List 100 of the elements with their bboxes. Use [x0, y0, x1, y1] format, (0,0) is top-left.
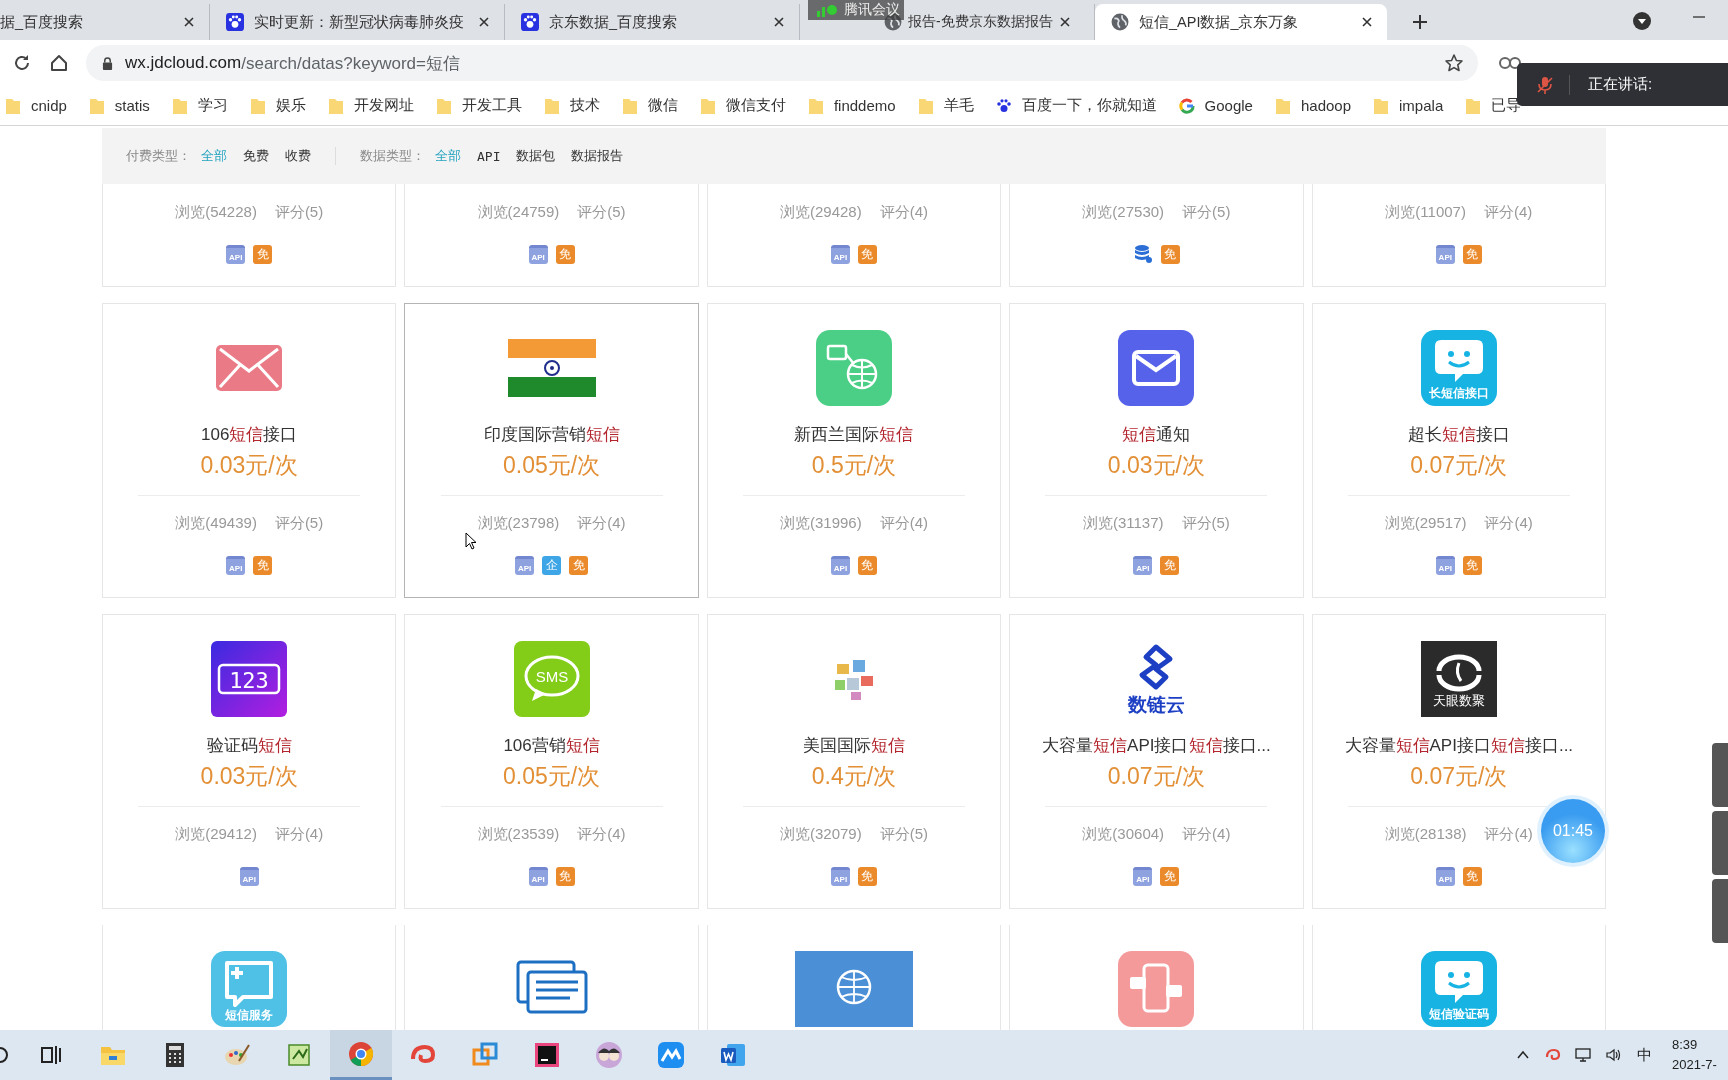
folder-icon: [621, 96, 638, 115]
free-badge: 免: [1462, 244, 1482, 264]
close-icon[interactable]: [478, 16, 490, 28]
bookmark[interactable]: hadoop: [1274, 96, 1352, 115]
chat-add-logo: 短信服务: [211, 950, 288, 1027]
reload-icon[interactable]: [12, 53, 32, 73]
product-title[interactable]: 验证码短信: [206, 735, 292, 757]
product-title[interactable]: 大容量短信API接口短信接口...: [1042, 735, 1271, 757]
clock[interactable]: 8:39 2021-7-: [1672, 1035, 1728, 1075]
product-title[interactable]: 新西兰国际短信: [794, 424, 914, 446]
view-count: 浏览(24759): [477, 202, 560, 222]
folder-icon: [5, 96, 21, 115]
browser-icon: [347, 1039, 375, 1068]
price: 0.03元/次: [1107, 451, 1205, 480]
product-card[interactable]: 美国国际短信 0.4元/次 浏览(32079) 评分(5) API 免: [706, 614, 1002, 909]
price: 0.07元/次: [1107, 762, 1205, 791]
bookmark[interactable]: 微信: [621, 96, 678, 115]
new-tab-icon[interactable]: [1412, 14, 1428, 30]
filter-option[interactable]: 数据包: [516, 147, 556, 165]
input-method[interactable]: 中: [1637, 1045, 1652, 1065]
bookmark[interactable]: 开发工具: [435, 96, 522, 115]
network-icon[interactable]: [1575, 1047, 1591, 1063]
product-title[interactable]: 106短信接口: [201, 424, 298, 446]
product-card[interactable]: [404, 925, 699, 1030]
product-title[interactable]: 印度国际营销短信: [483, 424, 620, 446]
speaker-icon[interactable]: [1605, 1047, 1621, 1063]
product-card[interactable]: 短信通知 0.03元/次 浏览(31137) 评分(5) API 免: [1009, 303, 1304, 598]
browser-tab[interactable]: 京东数据_百度搜索: [505, 4, 800, 40]
api-badge: API: [226, 244, 246, 264]
bookmark[interactable]: 开发网址: [327, 96, 414, 115]
filter-option[interactable]: 数据报告: [571, 147, 624, 165]
bookmark[interactable]: 娱乐: [249, 96, 306, 115]
swirl-icon[interactable]: [1545, 1047, 1561, 1063]
bookmark[interactable]: 学习: [171, 96, 228, 115]
product-title[interactable]: 大容量短信API接口短信接口...: [1344, 735, 1574, 757]
enterprise-badge: 企: [542, 555, 562, 575]
product-card[interactable]: 长短信接口 超长短信接口 0.07元/次 浏览(29517) 评分(4) API 免: [1311, 303, 1606, 598]
filter-option[interactable]: API: [477, 148, 501, 164]
document-app-icon: [719, 1041, 747, 1069]
product-card[interactable]: 数链云 大容量短信API接口短信接口... 0.07元/次 浏览(30604) 评分(4) API 免: [1009, 614, 1304, 909]
dropdown-icon[interactable]: [1632, 11, 1652, 31]
filter-option[interactable]: 免费: [243, 147, 269, 165]
chain-icon[interactable]: [1498, 55, 1522, 71]
bookmark[interactable]: 技术: [543, 96, 600, 115]
free-badge: 免: [1160, 866, 1180, 886]
product-title[interactable]: 美国国际短信: [803, 735, 905, 757]
browser-tab[interactable]: 短信_API数据_京东万象: [1095, 4, 1387, 40]
product-title[interactable]: 超长短信接口: [1407, 424, 1510, 446]
folder-icon: [435, 96, 452, 115]
folder-icon: [807, 96, 824, 115]
product-card[interactable]: 新西兰国际短信 0.5元/次 浏览(31996) 评分(4) API 免: [706, 303, 1002, 598]
bookmark[interactable]: 羊毛: [917, 96, 974, 115]
rating: 评分(5): [274, 202, 324, 222]
bookmark[interactable]: 百度一下，你就知道: [995, 96, 1157, 115]
paw-icon: [226, 13, 244, 31]
globe-icon: [816, 329, 892, 406]
home-icon[interactable]: [49, 53, 69, 73]
browser-tab[interactable]: 实时更新：新型冠状病毒肺炎疫: [210, 4, 505, 40]
close-icon[interactable]: [1058, 16, 1071, 28]
taskbar-browser[interactable]: [330, 1030, 392, 1080]
rating: 评分(4): [1483, 202, 1533, 222]
chat-logo: 长短信接口: [1420, 329, 1497, 406]
folder-icon: [171, 96, 188, 115]
rating: 评分(4): [1484, 824, 1533, 844]
close-icon[interactable]: [773, 16, 785, 28]
api-badge: API: [515, 555, 535, 575]
api-badge: API: [1133, 866, 1153, 886]
filter-option[interactable]: 收费: [285, 147, 311, 165]
muted-mic-icon[interactable]: [1535, 74, 1570, 95]
bookmark[interactable]: Google: [1178, 96, 1253, 115]
product-title[interactable]: 短信通知: [1122, 424, 1191, 446]
avatar-icon: [595, 1041, 623, 1069]
product-title[interactable]: 106营销短信: [503, 735, 600, 757]
close-icon[interactable]: [1361, 16, 1373, 28]
rating: 评分(5): [577, 202, 626, 222]
product-card[interactable]: [706, 925, 1002, 1030]
view-count: 浏览(29517): [1384, 513, 1467, 533]
price: 0.03元/次: [200, 451, 298, 480]
sms-logo: SMS: [513, 640, 590, 717]
close-icon[interactable]: [183, 16, 195, 28]
product-card[interactable]: 106短信接口 0.03元/次 浏览(49439) 评分(5) API 免: [102, 303, 397, 598]
product-card[interactable]: SMS 106营销短信 0.05元/次 浏览(23539) 评分(4) API 免: [404, 614, 699, 909]
squares-icon: [471, 1041, 499, 1069]
free-badge: 免: [253, 555, 273, 575]
view-count: 浏览(23798): [477, 513, 560, 533]
filter-label: 数据类型：: [360, 147, 425, 165]
bookmark[interactable]: impala: [1373, 96, 1444, 115]
meeting-label[interactable]: 腾讯会议: [808, 0, 904, 20]
product-card[interactable]: 123 验证码短信 0.03元/次 浏览(29412) 评分(4) API: [102, 614, 397, 909]
address-field[interactable]: wx.jdcloud.com/search/datas?keyword=短信: [86, 45, 1478, 81]
code-logo: 123: [211, 640, 288, 717]
star-icon[interactable]: [1444, 53, 1464, 73]
browser-tab[interactable]: 据_百度搜索: [0, 4, 210, 40]
bookmark[interactable]: statis: [88, 96, 150, 115]
phone-icon: [1118, 950, 1195, 1027]
bookmark[interactable]: finddemo: [807, 96, 896, 115]
bookmark[interactable]: cnidp: [5, 96, 67, 115]
product-card[interactable]: 印度国际营销短信 0.05元/次 浏览(23798) 评分(4) API 企 免: [404, 303, 699, 598]
folder-icon: [327, 96, 344, 115]
bookmark[interactable]: 微信支付: [699, 96, 786, 115]
